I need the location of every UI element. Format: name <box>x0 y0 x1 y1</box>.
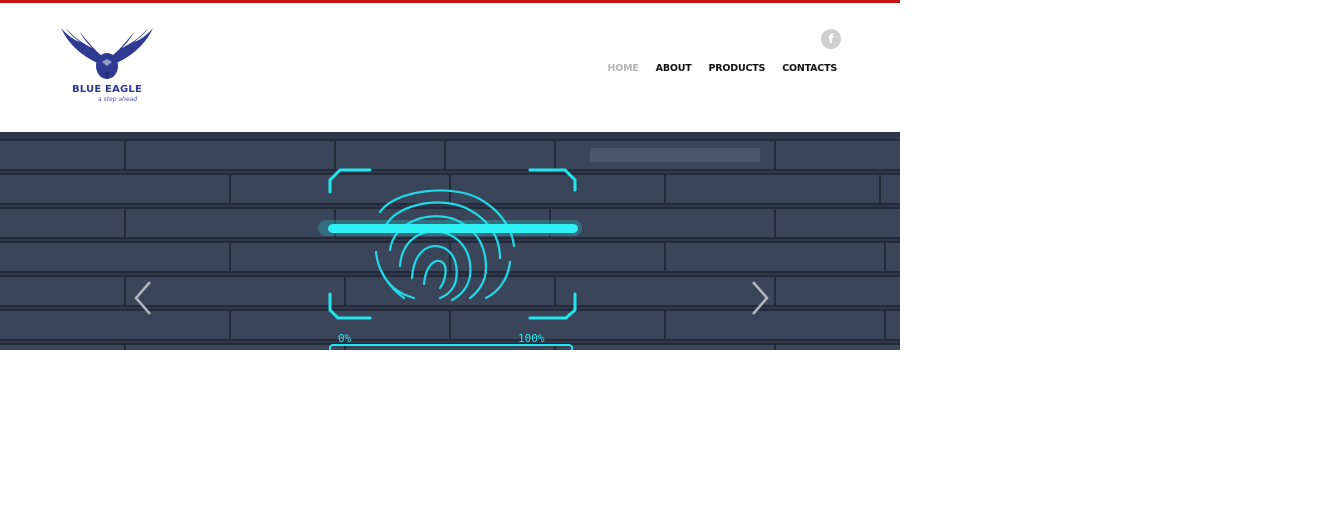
brand-logo[interactable]: BLUE EAGLE a step ahead <box>58 26 156 106</box>
scan-start-label: 0% <box>338 332 352 345</box>
nav-products[interactable]: PRODUCTS <box>709 63 766 74</box>
facebook-icon[interactable]: f <box>821 29 841 49</box>
hero-slider[interactable]: 0% 100% <box>0 132 900 350</box>
brand-name: BLUE EAGLE <box>71 84 143 95</box>
scan-end-label: 100% <box>518 332 545 345</box>
nav-about[interactable]: ABOUT <box>656 63 692 74</box>
nav-contacts[interactable]: CONTACTS <box>782 63 837 74</box>
accent-top-bar <box>0 0 900 3</box>
eagle-logo-icon <box>61 28 153 80</box>
chevron-left-icon[interactable] <box>128 278 158 318</box>
nav-home[interactable]: HOME <box>608 63 639 74</box>
brand-tagline: a step ahead <box>98 96 138 103</box>
main-navigation: HOME ABOUT PRODUCTS CONTACTS <box>608 63 838 74</box>
site-wrapper: BLUE EAGLE a step ahead f HOME ABOUT PRO… <box>0 0 900 350</box>
chevron-right-icon[interactable] <box>745 278 775 318</box>
